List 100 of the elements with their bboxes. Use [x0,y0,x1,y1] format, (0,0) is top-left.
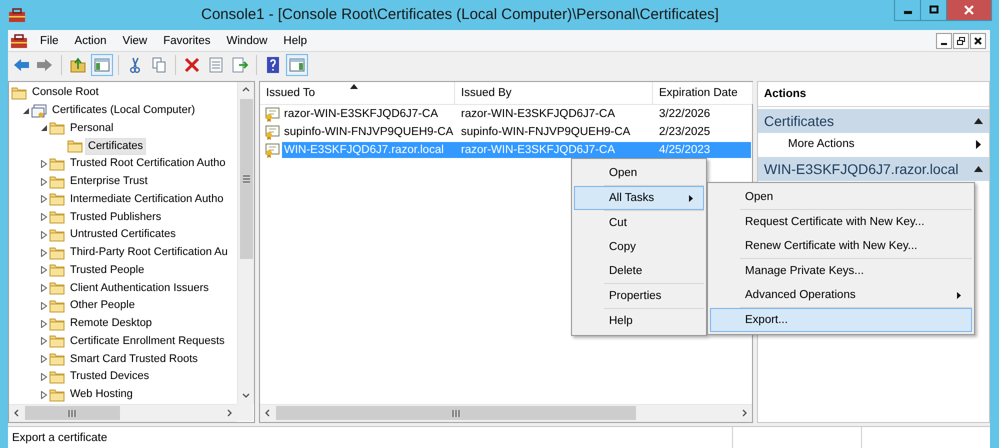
tree-item[interactable]: Web Hosting [67,386,136,404]
collapsed-arrow-icon[interactable] [40,320,48,328]
table-cell-text: razor-WIN-E3SKFJQD6J7-CA [283,107,439,122]
menu-item[interactable]: Copy [574,235,704,259]
tree-item[interactable]: Certificates (Local Computer) [49,102,198,120]
collapsed-arrow-icon[interactable] [40,248,48,257]
menu-item[interactable]: Open [710,185,972,209]
menu-item[interactable]: Open [574,161,704,185]
folder-icon [49,298,65,313]
tree-item[interactable]: Certificates [85,138,146,155]
vertical-scrollbar[interactable] [237,82,254,404]
tree-item[interactable]: Third-Party Root Certification Au [67,244,231,262]
menu-item[interactable]: Window [218,30,276,50]
menu-item[interactable]: Properties [574,284,704,308]
menu-item[interactable]: Action [66,30,114,50]
folder-icon [49,281,65,296]
folder-icon [49,316,65,331]
tree-item[interactable]: Personal [67,120,116,137]
table-cell-text: razor-WIN-E3SKFJQD6J7-CA [460,107,616,122]
table-cell-text: 3/22/2026 [658,107,712,122]
section-header[interactable]: Certificates [758,109,989,133]
tree-item[interactable]: Trusted Devices [67,368,152,386]
menu-item[interactable]: Advanced Operations [710,283,972,307]
menu-item[interactable]: Cut [574,211,704,235]
column-header[interactable]: Issued By [455,82,653,104]
collapse-icon[interactable] [974,118,983,124]
tree-item[interactable]: Trusted People [67,262,148,279]
minimize-button[interactable] [936,32,952,48]
folder-icon [49,246,65,260]
restore-button[interactable] [953,32,969,48]
collapsed-arrow-icon[interactable] [40,266,48,274]
menu-item[interactable]: View [114,30,156,50]
table-cell: 4/25/2023 [653,142,751,158]
collapsed-arrow-icon[interactable] [40,302,48,310]
collapsed-arrow-icon[interactable] [40,337,48,346]
close-button[interactable] [970,32,986,48]
scroll-thumb[interactable] [240,99,252,259]
collapse-icon[interactable] [974,166,983,172]
action-label: More Actions [788,138,854,150]
folder-icon [49,174,65,189]
collapsed-arrow-icon[interactable] [40,195,48,204]
collapsed-arrow-icon[interactable] [40,355,48,364]
tree-item[interactable]: Trusted Root Certification Autho [67,155,229,172]
menu-item[interactable]: Delete [574,259,704,283]
tree-item[interactable]: Smart Card Trusted Roots [67,350,201,368]
grip-icon [452,408,460,418]
tree-item[interactable]: Remote Desktop [67,315,155,332]
folder-icon [49,156,65,171]
scroll-thumb[interactable] [276,406,636,420]
column-header[interactable]: Expiration Date [653,82,753,104]
console-icon [10,32,28,50]
folder-icon [67,139,83,154]
close-icon[interactable] [973,36,983,46]
folder-icon [49,210,65,224]
collapsed-arrow-icon[interactable] [40,372,48,381]
collapsed-arrow-icon[interactable] [40,230,48,239]
menu-item[interactable]: Request Certificate with New Key... [710,210,972,234]
tree-item[interactable]: Other People [67,297,138,314]
section-title: Certificates [764,113,834,129]
expanded-arrow-icon[interactable] [40,124,48,132]
certificate-icon [264,106,280,122]
tree-item[interactable]: Certificate Enrollment Requests [67,332,228,350]
section-header[interactable]: WIN-E3SKFJQD6J7.razor.local [758,157,989,181]
horizontal-scrollbar[interactable] [9,404,237,422]
table-cell-text: 2/23/2025 [658,125,712,140]
horizontal-scrollbar[interactable] [260,404,752,422]
certificate-icon [264,142,280,158]
collapsed-arrow-icon[interactable] [40,390,48,399]
menu-item[interactable]: Help [275,30,316,50]
menu-item[interactable]: Renew Certificate with New Key... [710,234,972,258]
folder-icon [49,192,65,206]
action-item[interactable]: More Actions [758,133,989,155]
tree-item[interactable]: Intermediate Certification Autho [67,190,226,208]
menu-item[interactable]: Manage Private Keys... [710,259,972,283]
expanded-arrow-icon[interactable] [22,106,30,115]
table-cell-text: supinfo-WIN-FNJVP9QUEH9-CA [283,125,454,140]
maximize-icon[interactable] [928,5,938,15]
actions-title: Actions [758,82,989,107]
tree-item[interactable]: Enterprise Trust [67,173,151,190]
collapsed-arrow-icon[interactable] [40,284,48,292]
menu-item[interactable]: Favorites [155,30,219,50]
menu-item[interactable]: File [32,30,67,50]
collapsed-arrow-icon[interactable] [40,160,48,168]
menu-item[interactable]: Help [574,309,704,333]
tree-item[interactable]: Untrusted Certificates [67,226,179,244]
menu-item[interactable]: Export... [710,308,972,332]
tree-item[interactable]: Console Root [29,84,102,102]
restore-icon[interactable] [956,36,966,46]
column-header[interactable]: Issued To [260,82,455,104]
collapsed-arrow-icon[interactable] [40,213,48,222]
folder-icon [49,334,65,348]
tree-item[interactable]: Client Authentication Issuers [67,280,212,297]
tree-item[interactable]: Trusted Publishers [67,208,164,226]
window-title: Console1 - [Console Root\Certificates (Local Computer)\Personal\Certificates] [200,5,720,25]
scroll-thumb[interactable] [25,406,120,420]
grip-icon [242,174,250,184]
folder-icon [49,228,65,242]
collapsed-arrow-icon[interactable] [40,178,48,186]
menu-item[interactable]: All Tasks [574,186,704,210]
folder-icon [49,388,65,402]
